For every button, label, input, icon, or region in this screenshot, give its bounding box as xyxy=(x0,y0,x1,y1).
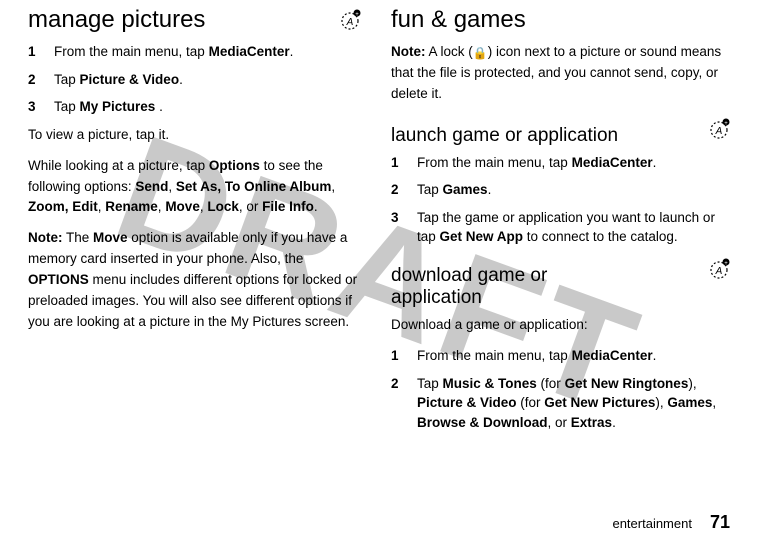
launch-step-3: 3 Tap the game or application you want t… xyxy=(391,208,730,247)
view-paragraph: To view a picture, tap it. xyxy=(28,125,361,146)
step-text: From the main menu, tap MediaCenter. xyxy=(417,153,656,173)
step-number: 1 xyxy=(391,153,417,173)
footer-section: entertainment xyxy=(612,516,692,531)
heading-launch: launch game or application xyxy=(391,125,618,147)
feature-icon: + A xyxy=(708,117,730,139)
right-column: fun & games Note: A lock (🔒) icon next t… xyxy=(379,6,730,500)
step-number: 2 xyxy=(391,180,417,200)
download-step-1: 1 From the main menu, tap MediaCenter. xyxy=(391,346,730,366)
launch-step-1: 1 From the main menu, tap MediaCenter. xyxy=(391,153,730,173)
step-number: 3 xyxy=(391,208,417,247)
step-number: 2 xyxy=(391,374,417,433)
step-1: 1 From the main menu, tap MediaCenter. xyxy=(28,42,361,62)
heading-fun-games: fun & games xyxy=(391,6,730,34)
launch-step-2: 2 Tap Games. xyxy=(391,180,730,200)
step-text: Tap Games. xyxy=(417,180,491,200)
step-text: Tap Picture & Video. xyxy=(54,70,183,90)
note-label: Note: xyxy=(391,44,426,59)
step-3: 3 Tap My Pictures . xyxy=(28,97,361,117)
step-number: 1 xyxy=(391,346,417,366)
svg-text:+: + xyxy=(724,121,728,127)
step-text: Tap Music & Tones (for Get New Ringtones… xyxy=(417,374,730,433)
download-step-2: 2 Tap Music & Tones (for Get New Rington… xyxy=(391,374,730,433)
note-paragraph: Note: The Move option is available only … xyxy=(28,228,361,333)
note-label: Note: xyxy=(28,230,63,245)
page-content: manage pictures + A 1 From the main menu… xyxy=(0,0,758,500)
step-text: From the main menu, tap MediaCenter. xyxy=(54,42,293,62)
svg-text:A: A xyxy=(715,126,723,137)
options-paragraph: While looking at a picture, tap Options … xyxy=(28,156,361,219)
step-number: 2 xyxy=(28,70,54,90)
left-column: manage pictures + A 1 From the main menu… xyxy=(28,6,379,500)
page-footer: entertainment 71 xyxy=(612,512,730,533)
svg-text:A: A xyxy=(346,17,354,28)
lock-icon: 🔒 xyxy=(473,46,488,60)
heading-manage-pictures: manage pictures xyxy=(28,6,205,34)
lock-note: Note: A lock (🔒) icon next to a picture … xyxy=(391,42,730,105)
step-number: 1 xyxy=(28,42,54,62)
step-text: From the main menu, tap MediaCenter. xyxy=(417,346,656,366)
step-text: Tap My Pictures . xyxy=(54,97,163,117)
svg-text:A: A xyxy=(715,266,723,277)
feature-icon: + A xyxy=(339,8,361,30)
feature-icon: + A xyxy=(708,257,730,279)
page-number: 71 xyxy=(710,512,730,533)
svg-text:+: + xyxy=(724,261,728,267)
heading-download: download game or application xyxy=(391,265,621,309)
download-intro: Download a game or application: xyxy=(391,315,730,336)
svg-text:+: + xyxy=(355,12,359,18)
step-number: 3 xyxy=(28,97,54,117)
step-text: Tap the game or application you want to … xyxy=(417,208,730,247)
step-2: 2 Tap Picture & Video. xyxy=(28,70,361,90)
